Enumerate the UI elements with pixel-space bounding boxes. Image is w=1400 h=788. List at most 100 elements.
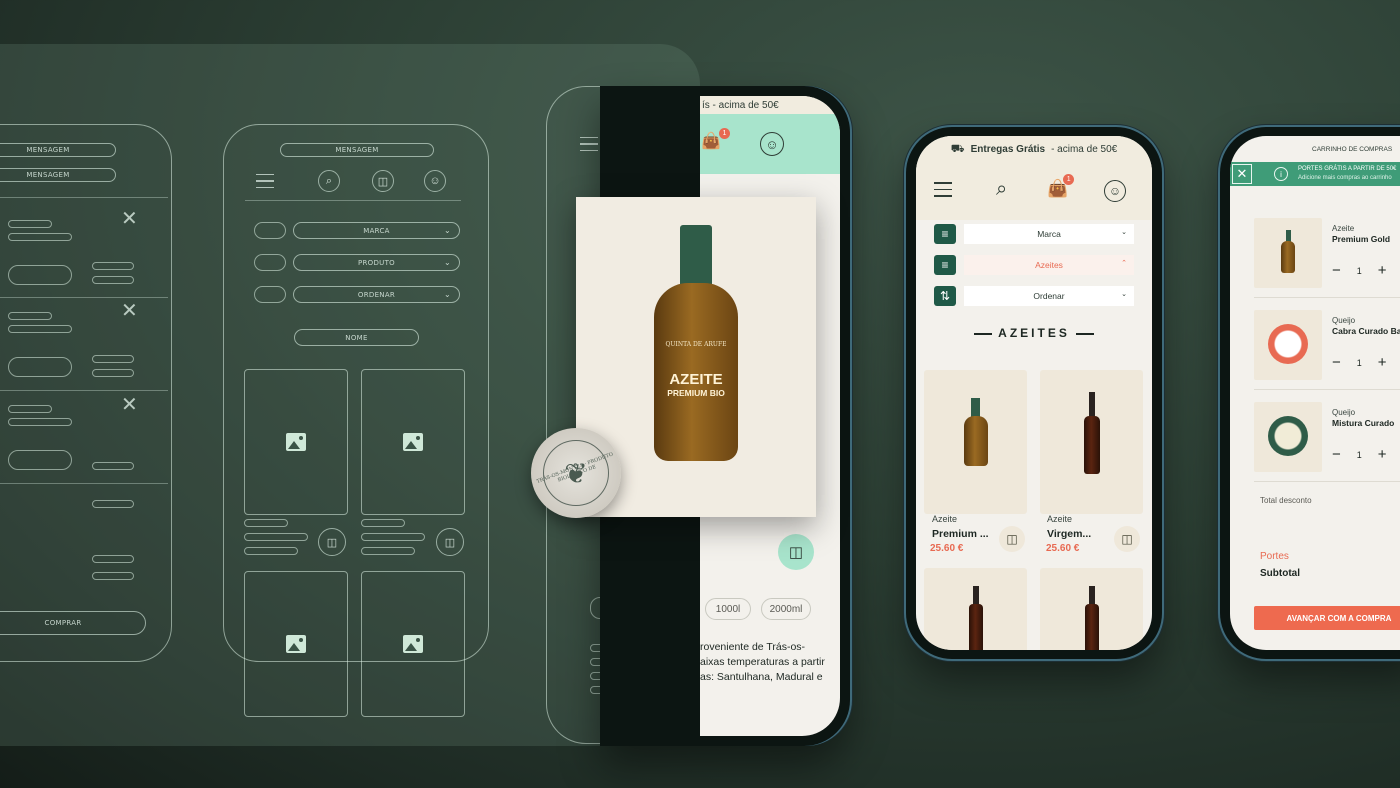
bottle-subtitle: PREMIUM BIO	[667, 388, 725, 398]
item-name: Premium Gold	[1332, 234, 1391, 244]
category-filter-select[interactable]: Azeites ⌃	[964, 255, 1134, 275]
wireframe-phone-left	[0, 124, 172, 662]
quantity-value: 1	[1356, 449, 1362, 460]
product-card[interactable]	[924, 568, 1027, 650]
banner-title: Entregas Grátis	[970, 144, 1046, 155]
wireframe-text-line	[92, 555, 134, 563]
product-image	[1083, 392, 1100, 474]
free-shipping-notice: ✕ i PORTES GRÁTIS A PARTIR DE 50€ Adicio…	[1230, 162, 1400, 186]
olive-oil-bottle: QUINTA DE ARUFE AZEITE PREMIUM BIO	[654, 225, 738, 461]
quantity-stepper: − 1 +	[1332, 262, 1387, 279]
cart-icon[interactable]: 👜 1	[700, 128, 730, 152]
notice-subtitle: Adicione mais compras ao carrinho	[1298, 175, 1392, 181]
description-line: roveniente de Trás-os-	[700, 641, 806, 653]
product-name[interactable]: Virgem...	[1047, 528, 1091, 540]
decrease-button[interactable]: −	[1332, 354, 1341, 371]
wireframe-message-field: MENSAGEM	[280, 143, 434, 157]
wireframe-text-line	[244, 547, 298, 555]
checkout-button[interactable]: AVANÇAR COM A COMPRA	[1254, 606, 1400, 630]
section-title: AZEITES	[916, 326, 1152, 340]
search-icon: ⌕	[318, 170, 340, 192]
menu-icon[interactable]	[934, 182, 952, 202]
image-icon	[403, 433, 423, 451]
variant-label: 1000l	[715, 603, 741, 615]
close-button[interactable]: ✕	[1232, 164, 1252, 184]
decrease-button[interactable]: −	[1332, 262, 1341, 279]
increase-button[interactable]: +	[1378, 354, 1387, 371]
wireframe-filter-icon	[254, 222, 286, 239]
truck-icon: ⛟	[950, 142, 965, 155]
item-name: Mistura Curado	[1332, 418, 1395, 428]
wireframe-text-line	[244, 533, 308, 541]
add-to-basket-button[interactable]: ◫	[999, 526, 1025, 552]
brand-filter-select[interactable]: Marca ⌄	[964, 224, 1134, 244]
item-image	[1254, 218, 1322, 288]
sort-icon[interactable]: ⇅	[934, 286, 956, 306]
wireframe-message-field: MENSAGEM	[0, 143, 116, 157]
chevron-down-icon: ⌄	[1121, 291, 1127, 298]
wireframe-text-line	[92, 355, 134, 363]
image-placeholder	[361, 571, 465, 717]
screen: ⛟ Entregas Grátis - acima de 50€ ⌕ 👜 1 ☺ …	[916, 136, 1152, 650]
cart-count-badge: 1	[1063, 174, 1075, 185]
cheese-image	[1268, 324, 1308, 364]
wireframe-button	[8, 265, 72, 285]
product-image	[1084, 586, 1099, 650]
screen: CARRINHO DE COMPRAS ✕ i PORTES GRÁTIS A …	[1230, 136, 1400, 650]
close-icon: ✕	[121, 394, 138, 416]
divider	[0, 197, 168, 198]
increase-button[interactable]: +	[1378, 262, 1387, 279]
decrease-button[interactable]: −	[1332, 446, 1341, 463]
increase-button[interactable]: +	[1378, 446, 1387, 463]
product-description: roveniente de Trás-os- aixas temperatura…	[700, 640, 840, 685]
search-icon[interactable]: ⌕	[996, 178, 1007, 201]
item-image	[1254, 402, 1322, 472]
product-name[interactable]: Premium ...	[932, 528, 989, 540]
chevron-up-icon: ⌃	[1121, 260, 1127, 267]
wireframe-buy-button: COMPRAR	[0, 611, 146, 635]
quantity-value: 1	[1356, 265, 1362, 276]
variant-option[interactable]: 1000l	[705, 598, 751, 620]
wireframe-filter-icon	[254, 254, 286, 271]
user-icon[interactable]: ☺	[760, 132, 784, 156]
quantity-stepper: − 1 +	[1332, 354, 1387, 371]
product-card[interactable]	[1040, 370, 1143, 514]
cart-item: Azeite Premium Gold − 1 +	[1254, 210, 1400, 298]
wireframe-button	[8, 450, 72, 470]
image-icon	[403, 635, 423, 653]
add-to-basket-button[interactable]: ◫	[1114, 526, 1140, 552]
title-dash	[1075, 332, 1094, 335]
wireframe-text-line	[92, 276, 134, 284]
wireframe-filter-select: MARCA ⌄	[293, 222, 460, 239]
filter-icon[interactable]: ≡	[934, 224, 956, 244]
filter-row: ≡ Marca ⌄	[934, 224, 1134, 244]
wireframe-text-line	[92, 500, 134, 508]
variant-option[interactable]: 2000ml	[761, 598, 811, 620]
product-category: Azeite	[932, 514, 958, 524]
divider	[0, 483, 168, 484]
menu-icon	[580, 137, 598, 156]
product-card[interactable]	[924, 370, 1027, 514]
wireframe-message-field: MENSAGEM	[0, 168, 116, 182]
item-image	[1254, 310, 1322, 380]
phone-product-listing: ⛟ Entregas Grátis - acima de 50€ ⌕ 👜 1 ☺ …	[906, 127, 1162, 659]
product-card[interactable]	[1040, 568, 1143, 650]
wireframe-button	[8, 357, 72, 377]
wireframe-text-line	[361, 533, 425, 541]
quantity-value: 1	[1356, 357, 1362, 368]
user-icon: ☺	[424, 170, 446, 192]
description-line: aixas temperaturas a partir	[700, 656, 825, 668]
free-shipping-banner: ís - acima de 50€	[700, 96, 840, 114]
cart-icon[interactable]: 👜 1	[1047, 174, 1075, 199]
add-to-basket-button[interactable]: ◫	[778, 534, 814, 570]
sort-select[interactable]: Ordenar ⌄	[964, 286, 1134, 306]
wireframe-text-line	[8, 220, 52, 228]
wireframe-text-line	[8, 325, 72, 333]
variant-label: 2000ml	[769, 603, 803, 615]
wireframe-filter-icon	[254, 286, 286, 303]
description-line: as: Santulhana, Madural e	[700, 671, 823, 683]
filter-icon[interactable]: ≡	[934, 255, 956, 275]
filter-row: ⇅ Ordenar ⌄	[934, 286, 1134, 306]
user-icon[interactable]: ☺	[1104, 180, 1126, 202]
filter-row: ≡ Azeites ⌃	[934, 255, 1134, 275]
